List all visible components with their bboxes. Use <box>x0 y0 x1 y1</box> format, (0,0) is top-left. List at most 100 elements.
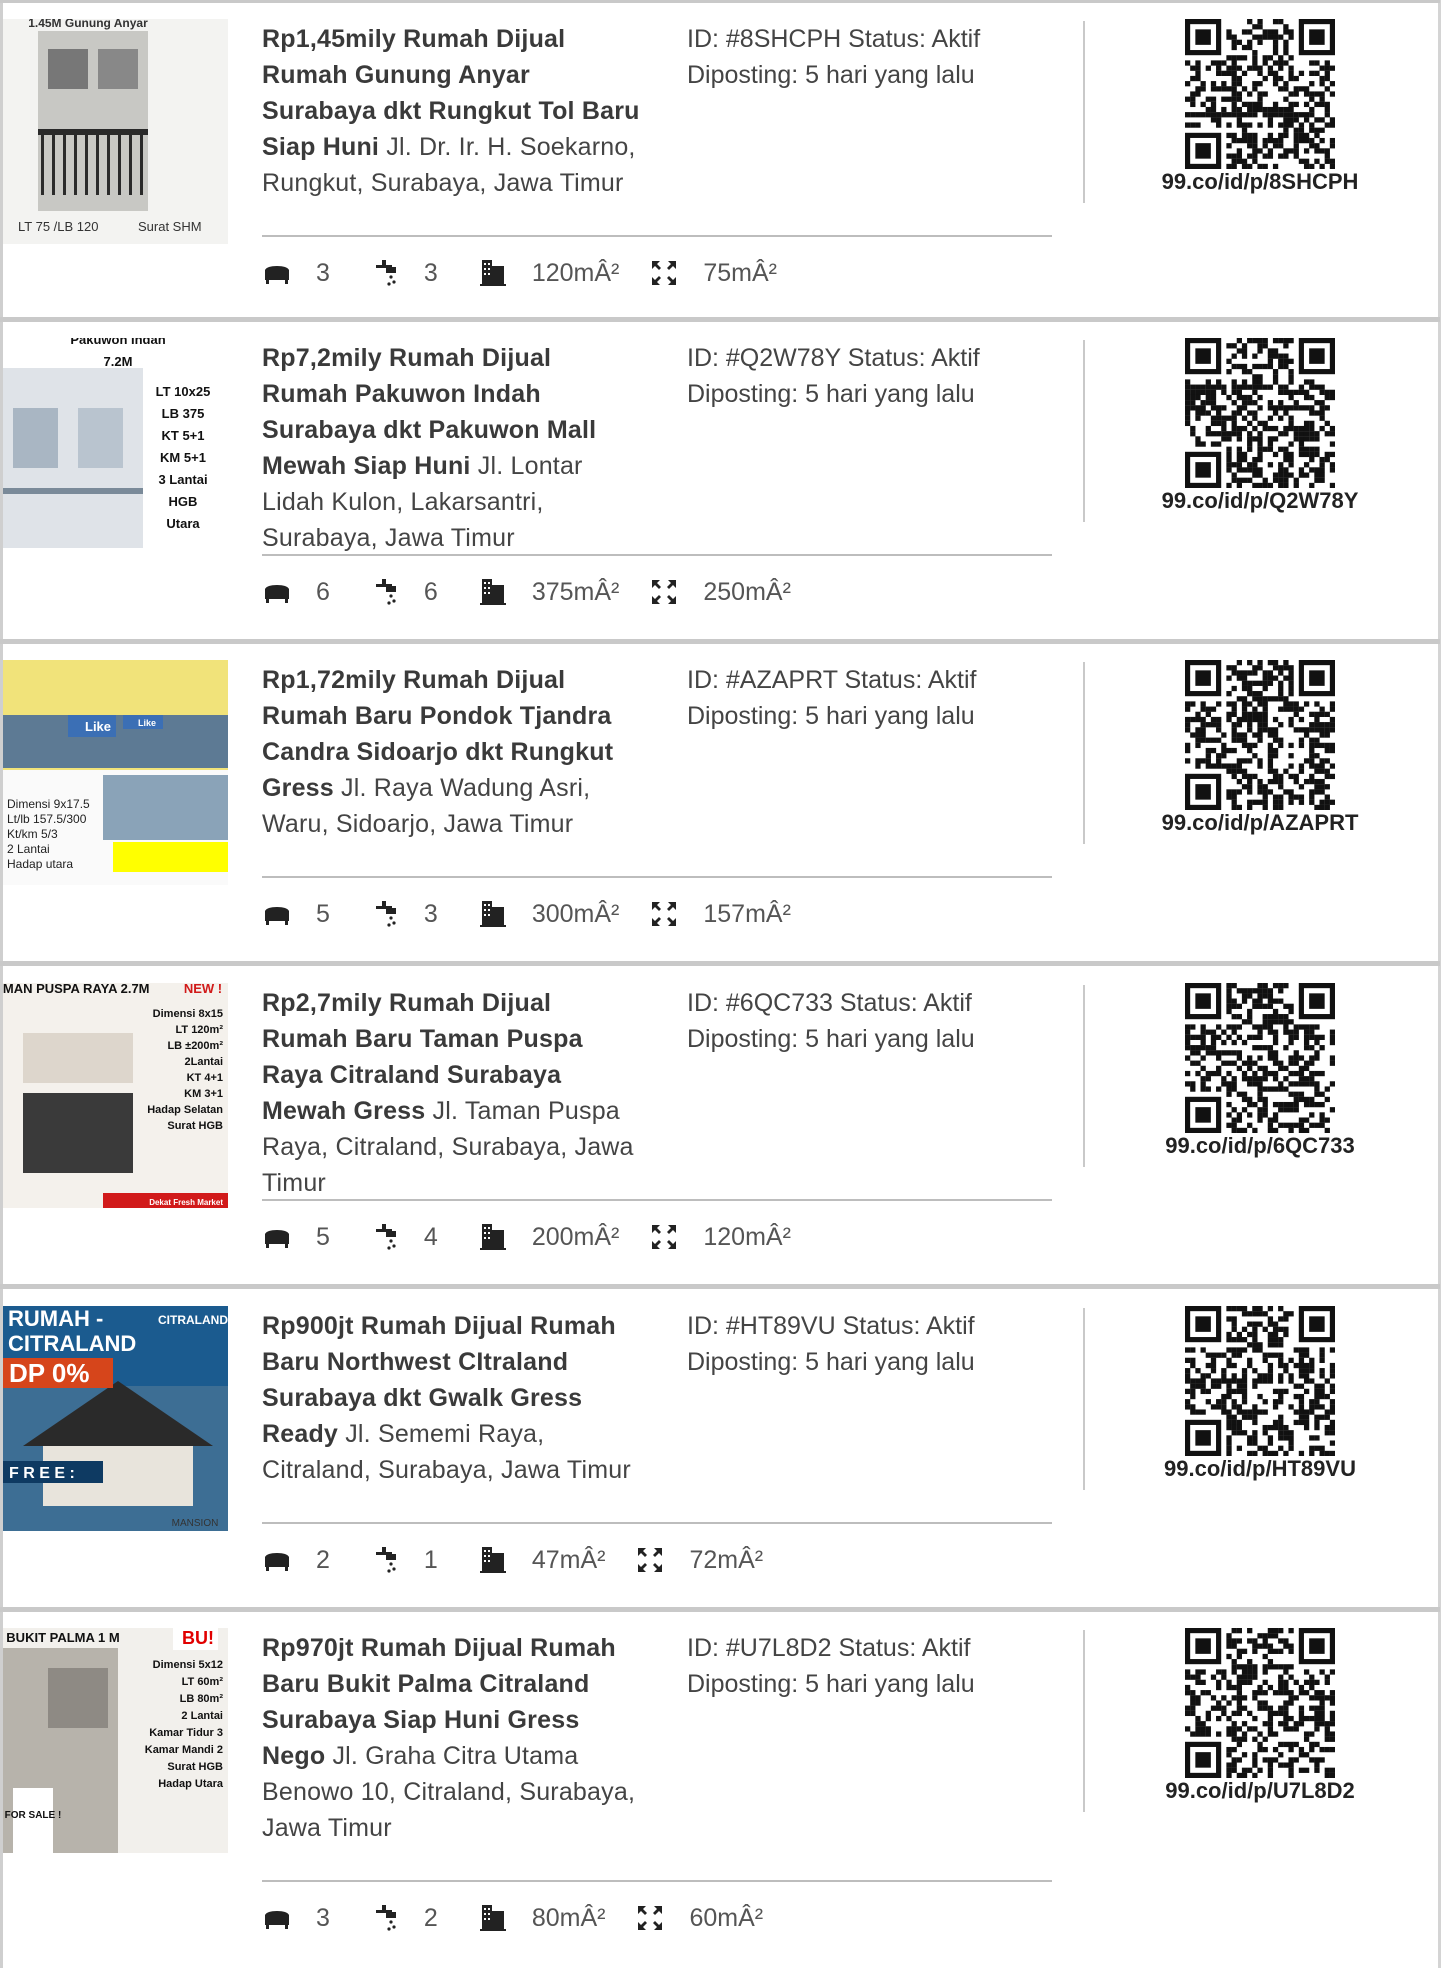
qr-code-icon[interactable] <box>1185 1628 1335 1778</box>
listing-card[interactable]: BUKIT PALMA 1 M BU! Dimensi 5x12 LT 60m² LB … <box>0 1612 1440 1968</box>
svg-text:BU!: BU! <box>182 1628 214 1648</box>
listing-features: 3 2 80mÂ² 60mÂ² <box>262 1898 1062 1938</box>
svg-text:KM 5+1: KM 5+1 <box>160 450 206 465</box>
listing-title-block[interactable]: Rp900jt Rumah Dijual Rumah Baru Northwes… <box>262 1308 642 1488</box>
listing-meta: ID: #Q2W78Y Status: Aktif Diposting: 5 h… <box>687 340 1067 412</box>
qr-link[interactable]: 99.co/id/p/HT89VU <box>1160 1456 1360 1482</box>
qr-code-icon[interactable] <box>1185 660 1335 810</box>
land-area: 120mÂ² <box>703 1222 791 1251</box>
bedrooms: 3 <box>262 1903 370 1933</box>
qr-code-icon[interactable] <box>1185 983 1335 1133</box>
shower-icon <box>375 901 396 927</box>
svg-text:TAMAN PUSPA RAYA 2.7M: TAMAN PUSPA RAYA 2.7M <box>3 983 150 996</box>
listing-card[interactable]: 1.45M Gunung Anyar LT 75 /LB 120 Surat SHM… <box>0 0 1440 322</box>
listing-photo[interactable]: RUMAH - CITRALAND DP 0% CITRALAND F R E E :M… <box>3 1306 228 1531</box>
qr-link[interactable]: 99.co/id/p/8SHCPH <box>1160 169 1360 195</box>
shower-icon <box>375 260 396 286</box>
svg-text:Hadap utara: Hadap utara <box>7 857 73 871</box>
svg-text:Utara: Utara <box>166 516 200 531</box>
land-area: 72mÂ² <box>689 1545 764 1574</box>
listing-meta: ID: #6QC733 Status: Aktif Diposting: 5 h… <box>687 985 1067 1057</box>
qr-link[interactable]: 99.co/id/p/AZAPRT <box>1160 810 1360 836</box>
listing-meta: ID: #U7L8D2 Status: Aktif Diposting: 5 h… <box>687 1630 1067 1702</box>
listing-title-block[interactable]: Rp970jt Rumah Dijual Rumah Baru Bukit Pa… <box>262 1630 642 1846</box>
listing-posted-date: Diposting: 5 hari yang lalu <box>687 702 975 730</box>
building-area: 300mÂ² <box>531 899 620 928</box>
listing-card[interactable]: TAMAN PUSPA RAYA 2.7M NEW ! Dimensi 8x15 LT… <box>0 967 1440 1289</box>
building-icon <box>479 1224 506 1250</box>
qr-link[interactable]: 99.co/id/p/U7L8D2 <box>1160 1778 1360 1804</box>
svg-text:Kamar Tidur 3: Kamar Tidur 3 <box>149 1727 223 1739</box>
listing-photo-image: BUKIT PALMA 1 M BU! Dimensi 5x12 LT 60m² LB … <box>3 1628 228 1853</box>
listing-posted-date: Diposting: 5 hari yang lalu <box>687 380 975 408</box>
qr-code-icon[interactable] <box>1185 1306 1335 1456</box>
qr-link[interactable]: 99.co/id/p/Q2W78Y <box>1160 488 1360 514</box>
listing-posted-date: Diposting: 5 hari yang lalu <box>687 61 975 89</box>
land-area-icon <box>652 1225 677 1249</box>
qr-section: 99.co/id/p/8SHCPH <box>1160 19 1360 195</box>
qr-section: 99.co/id/p/AZAPRT <box>1160 660 1360 836</box>
listing-photo[interactable]: TAMAN PUSPA RAYA 2.7M NEW ! Dimensi 8x15 LT… <box>3 983 228 1208</box>
bedrooms: 5 <box>262 899 370 929</box>
listing-meta: ID: #AZAPRT Status: Aktif Diposting: 5 h… <box>687 662 1067 734</box>
svg-text:FOR SALE !: FOR SALE ! <box>5 1810 62 1821</box>
bedroom-count: 3 <box>316 1903 330 1932</box>
building-size: 120mÂ² <box>478 258 650 288</box>
listing-id-status: ID: #Q2W78Y Status: Aktif <box>687 344 980 372</box>
listing-id-status: ID: #HT89VU Status: Aktif <box>687 1312 975 1340</box>
svg-text:CITRALAND: CITRALAND <box>158 1313 228 1327</box>
svg-text:LT 60m²: LT 60m² <box>182 1676 224 1688</box>
listing-id-status: ID: #U7L8D2 Status: Aktif <box>687 1634 971 1662</box>
svg-text:Hadap Utara: Hadap Utara <box>158 1778 224 1790</box>
listing-features: 2 1 47mÂ² 72mÂ² <box>262 1540 1062 1580</box>
listing-title-block[interactable]: Rp2,7mily Rumah Dijual Rumah Baru Taman … <box>262 985 642 1201</box>
svg-text:LB 80m²: LB 80m² <box>180 1693 224 1705</box>
bedroom-count: 3 <box>316 258 330 287</box>
bedrooms: 5 <box>262 1222 370 1252</box>
qr-code-icon[interactable] <box>1185 338 1335 488</box>
listing-photo-image: RUMAH -CITRALANDDP 0%CITRALANDF R E E :M… <box>3 1306 228 1531</box>
listing-photo-image: Like Like Dimensi 9x17.5Lt/lb 157.5/300Kt/… <box>3 660 228 885</box>
listing-card[interactable]: Like Like Dimensi 9x17.5 Lt/lb 157.5/300 Kt/… <box>0 644 1440 966</box>
bed-icon <box>265 266 289 284</box>
listing-id-status: ID: #6QC733 Status: Aktif <box>687 989 972 1017</box>
listing-photo[interactable]: 1.45M Gunung Anyar LT 75 /LB 120 Surat SHM <box>3 19 228 244</box>
listing-meta: ID: #8SHCPH Status: Aktif Diposting: 5 h… <box>687 21 1067 93</box>
svg-text:KM 3+1: KM 3+1 <box>184 1088 223 1100</box>
bathrooms: 2 <box>370 1903 478 1933</box>
listing-title-block[interactable]: Rp1,72mily Rumah Dijual Rumah Baru Pondo… <box>262 662 642 842</box>
land-area: 250mÂ² <box>703 577 791 606</box>
land-area-icon <box>652 261 677 285</box>
divider <box>262 1522 1052 1524</box>
listing-title-block[interactable]: Rp1,45mily Rumah Dijual Rumah Gunung Any… <box>262 21 642 201</box>
bedroom-count: 5 <box>316 899 330 928</box>
vertical-divider <box>1083 21 1085 203</box>
svg-text:NEW !: NEW ! <box>184 983 222 996</box>
building-icon <box>479 1547 506 1573</box>
listing-card[interactable]: Pakuwon Indah 7.2M LT 10x25 LB 375 KT 5+1 KM … <box>0 322 1440 644</box>
listing-photo[interactable]: Pakuwon Indah 7.2M LT 10x25 LB 375 KT 5+1 KM … <box>3 338 228 563</box>
listing-card[interactable]: RUMAH - CITRALAND DP 0% CITRALAND F R E E :M… <box>0 1290 1440 1612</box>
listing-photo[interactable]: BUKIT PALMA 1 M BU! Dimensi 5x12 LT 60m² LB … <box>3 1628 228 1853</box>
bathrooms: 6 <box>370 577 478 607</box>
listing-meta: ID: #HT89VU Status: Aktif Diposting: 5 h… <box>687 1308 1067 1380</box>
listing-photo[interactable]: Like Like Dimensi 9x17.5 Lt/lb 157.5/300 Kt/… <box>3 660 228 885</box>
building-size: 80mÂ² <box>478 1903 636 1933</box>
vertical-divider <box>1083 340 1085 522</box>
bathroom-count: 3 <box>423 258 438 287</box>
divider <box>262 554 1052 556</box>
svg-text:Dimensi 8x15: Dimensi 8x15 <box>153 1008 223 1020</box>
svg-text:Surat HGB: Surat HGB <box>167 1120 223 1132</box>
svg-text:Lt/lb 157.5/300: Lt/lb 157.5/300 <box>7 812 87 826</box>
bathrooms: 3 <box>370 258 478 288</box>
qr-code-icon[interactable] <box>1185 19 1335 169</box>
svg-text:2Lantai: 2Lantai <box>184 1056 223 1068</box>
qr-link[interactable]: 99.co/id/p/6QC733 <box>1160 1133 1360 1159</box>
divider <box>262 1199 1052 1201</box>
qr-section: 99.co/id/p/U7L8D2 <box>1160 1628 1360 1804</box>
listing-photo-image: Pakuwon Indah 7.2M LT 10x25 LB 375 KT 5+1 KM … <box>3 338 228 563</box>
listing-id-status: ID: #8SHCPH Status: Aktif <box>687 25 981 53</box>
svg-text:DP 0%: DP 0% <box>9 1358 89 1388</box>
listing-title-block[interactable]: Rp7,2mily Rumah Dijual Rumah Pakuwon Ind… <box>262 340 642 556</box>
shower-icon <box>375 579 396 605</box>
